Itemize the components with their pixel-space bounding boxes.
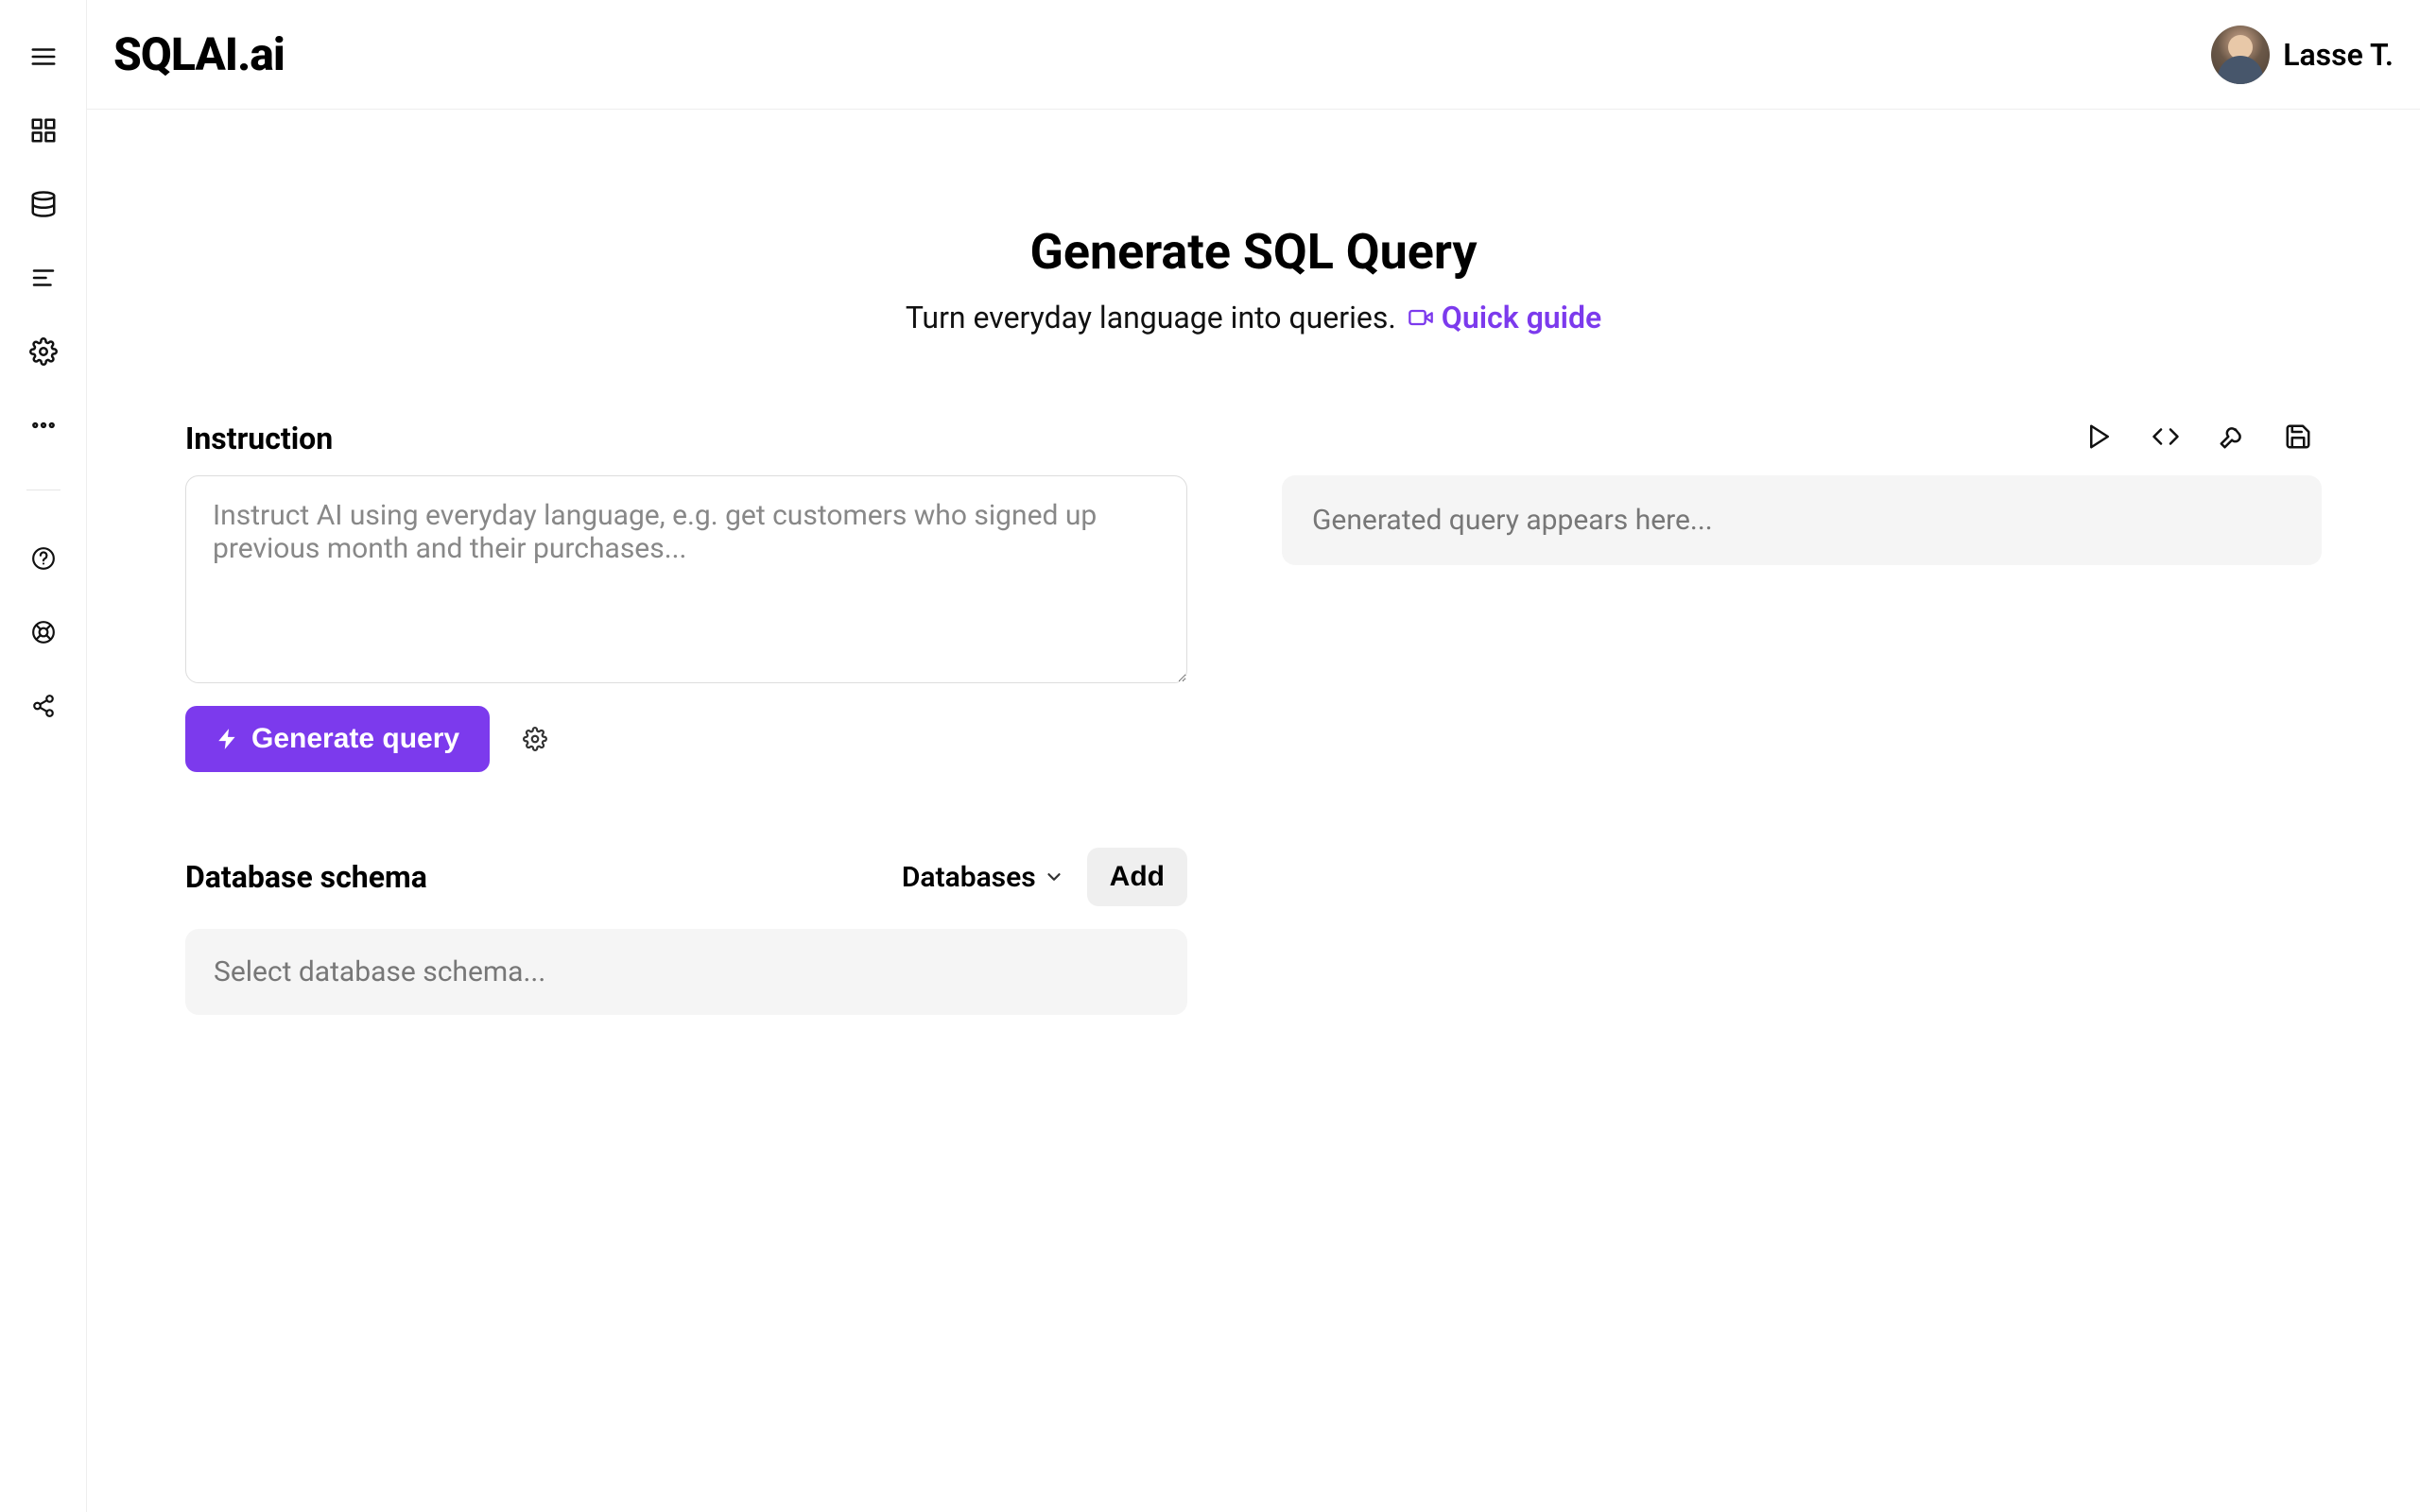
view-code-button[interactable] bbox=[2150, 421, 2182, 453]
settings-icon[interactable] bbox=[26, 335, 60, 369]
support-icon[interactable] bbox=[26, 615, 60, 649]
page-subtitle: Turn everyday language into queries. bbox=[906, 300, 1396, 335]
topbar: SQLAI.ai Lasse T. bbox=[87, 0, 2420, 110]
content: Generate SQL Query Turn everyday languag… bbox=[87, 110, 2420, 1512]
output-box: Generated query appears here... bbox=[1282, 475, 2322, 565]
list-icon[interactable] bbox=[26, 261, 60, 295]
main: SQLAI.ai Lasse T. Generate SQL Query Tur… bbox=[87, 0, 2420, 1512]
database-icon[interactable] bbox=[26, 187, 60, 221]
schema-select[interactable]: Select database schema... bbox=[185, 929, 1187, 1015]
avatar bbox=[2211, 26, 2270, 84]
schema-label: Database schema bbox=[185, 859, 427, 895]
quick-guide-link[interactable]: Quick guide bbox=[1408, 300, 1601, 335]
share-icon[interactable] bbox=[26, 689, 60, 723]
code-icon bbox=[2152, 422, 2180, 451]
generate-query-button[interactable]: Generate query bbox=[185, 706, 490, 772]
chevron-down-icon bbox=[1044, 867, 1064, 887]
save-icon bbox=[2284, 422, 2312, 451]
user-name: Lasse T. bbox=[2283, 37, 2394, 73]
instruction-label: Instruction bbox=[185, 421, 1187, 456]
right-column: Generated query appears here... bbox=[1282, 421, 2322, 565]
user-menu[interactable]: Lasse T. bbox=[2211, 26, 2394, 84]
run-query-button[interactable] bbox=[2083, 421, 2116, 453]
menu-icon[interactable] bbox=[26, 40, 60, 74]
bolt-icon bbox=[216, 727, 240, 751]
page-title: Generate SQL Query bbox=[1029, 223, 1477, 281]
sidebar bbox=[0, 0, 87, 1512]
save-query-button[interactable] bbox=[2282, 421, 2314, 453]
add-schema-button[interactable]: Add bbox=[1087, 848, 1187, 906]
left-column: Instruction Generate query Database sche… bbox=[185, 421, 1187, 1015]
wrench-icon bbox=[2218, 422, 2246, 451]
more-icon[interactable] bbox=[26, 408, 60, 442]
instruction-input[interactable] bbox=[185, 475, 1187, 683]
dashboard-icon[interactable] bbox=[26, 113, 60, 147]
databases-dropdown[interactable]: Databases bbox=[902, 861, 1064, 894]
play-icon bbox=[2085, 422, 2114, 451]
page-subtitle-row: Turn everyday language into queries. Qui… bbox=[906, 300, 1601, 335]
output-toolbar bbox=[1282, 421, 2322, 453]
fix-query-button[interactable] bbox=[2216, 421, 2248, 453]
generate-query-label: Generate query bbox=[251, 723, 459, 755]
quick-guide-label: Quick guide bbox=[1442, 300, 1601, 335]
video-icon bbox=[1408, 304, 1434, 331]
gear-icon bbox=[523, 727, 547, 751]
databases-label: Databases bbox=[902, 861, 1036, 894]
help-icon[interactable] bbox=[26, 541, 60, 576]
generate-settings-button[interactable] bbox=[516, 720, 554, 758]
brand-logo[interactable]: SQLAI.ai bbox=[113, 27, 285, 81]
